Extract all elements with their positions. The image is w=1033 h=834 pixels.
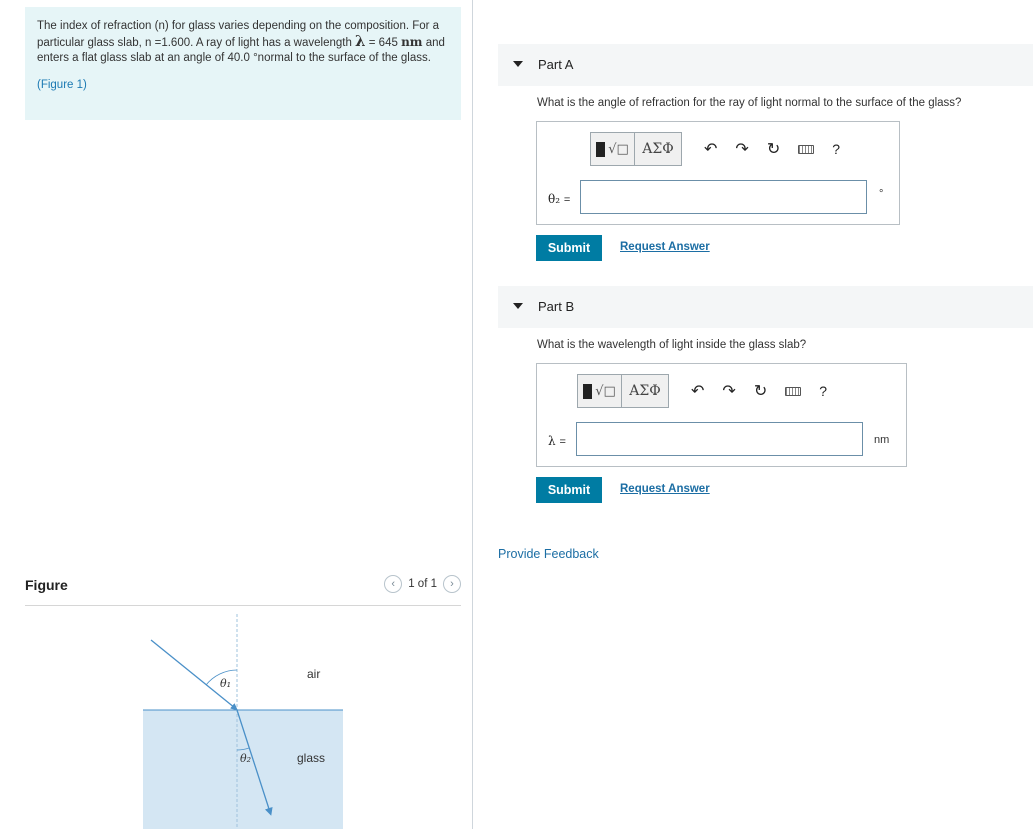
part-a-toolbar: √□ ΑΣΦ ↶ ↷ ↻ ? <box>590 132 840 166</box>
redo-icon[interactable]: ↷ <box>735 139 748 159</box>
undo-icon[interactable]: ↶ <box>691 381 704 401</box>
figure-header: Figure ‹ 1 of 1 › <box>25 575 461 606</box>
undo-icon[interactable]: ↶ <box>704 139 717 159</box>
keyboard-icon[interactable] <box>798 144 815 154</box>
provide-feedback-link[interactable]: Provide Feedback <box>498 547 599 561</box>
part-a-variable: θ₂ = <box>548 192 571 206</box>
redo-icon[interactable]: ↷ <box>722 381 735 401</box>
chevron-left-icon[interactable]: ‹ <box>384 575 403 593</box>
part-a-unit: ° <box>879 188 884 200</box>
part-b-request-answer-link[interactable]: Request Answer <box>620 483 710 495</box>
part-b-label: Part B <box>538 299 575 314</box>
part-b-variable: λ = <box>548 434 566 448</box>
air-label: air <box>307 667 320 681</box>
collapse-triangle-icon[interactable] <box>513 61 523 67</box>
part-b-submit-button[interactable]: Submit <box>536 477 602 503</box>
glass-label: glass <box>297 751 325 765</box>
part-b-answer-input[interactable] <box>576 422 863 456</box>
chevron-right-icon[interactable]: › <box>443 575 461 593</box>
part-a-header[interactable]: Part A <box>498 44 1033 86</box>
part-b-answer-box: √□ ΑΣΦ ↶ ↷ ↻ ? λ = nm <box>536 363 907 467</box>
figure-link[interactable]: (Figure 1) <box>37 78 449 93</box>
part-b-toolbar: √□ ΑΣΦ ↶ ↷ ↻ ? <box>577 374 827 408</box>
keyboard-icon[interactable] <box>785 386 802 396</box>
part-a-label: Part A <box>538 57 574 72</box>
unit-nm: nm <box>401 35 423 49</box>
help-icon[interactable]: ? <box>819 383 827 399</box>
lambda-symbol: λ <box>355 32 366 50</box>
incident-ray <box>150 639 238 711</box>
refraction-diagram: θ₁ θ₂ air glass <box>143 614 343 829</box>
part-a-request-answer-link[interactable]: Request Answer <box>620 241 710 253</box>
sqrt-template-icon[interactable]: √□ <box>590 132 634 166</box>
theta2-label: θ₂ <box>240 752 251 765</box>
part-a-answer-input[interactable] <box>580 180 867 214</box>
figure-title: Figure <box>25 577 68 593</box>
part-b-question: What is the wavelength of light inside t… <box>537 339 807 351</box>
part-a-answer-box: √□ ΑΣΦ ↶ ↷ ↻ ? θ₂ = ° <box>536 121 900 225</box>
collapse-triangle-icon[interactable] <box>513 303 523 309</box>
greek-symbols-button[interactable]: ΑΣΦ <box>621 374 669 408</box>
theta1-label: θ₁ <box>220 677 231 690</box>
part-a-question: What is the angle of refraction for the … <box>537 97 962 109</box>
part-b-header[interactable]: Part B <box>498 286 1033 328</box>
column-divider <box>472 0 473 829</box>
reset-icon[interactable]: ↻ <box>754 381 767 401</box>
reset-icon[interactable]: ↻ <box>767 139 780 159</box>
figure-pager: ‹ 1 of 1 › <box>384 575 461 593</box>
sqrt-template-icon[interactable]: √□ <box>577 374 621 408</box>
part-a-submit-button[interactable]: Submit <box>536 235 602 261</box>
pager-text: 1 of 1 <box>408 578 437 590</box>
greek-symbols-button[interactable]: ΑΣΦ <box>634 132 682 166</box>
problem-statement: The index of refraction (n) for glass va… <box>25 7 461 120</box>
problem-text-2: = 645 <box>365 37 402 49</box>
refraction-figure: θ₁ θ₂ air glass <box>140 612 350 829</box>
part-b-unit: nm <box>874 434 890 446</box>
help-icon[interactable]: ? <box>832 141 840 157</box>
